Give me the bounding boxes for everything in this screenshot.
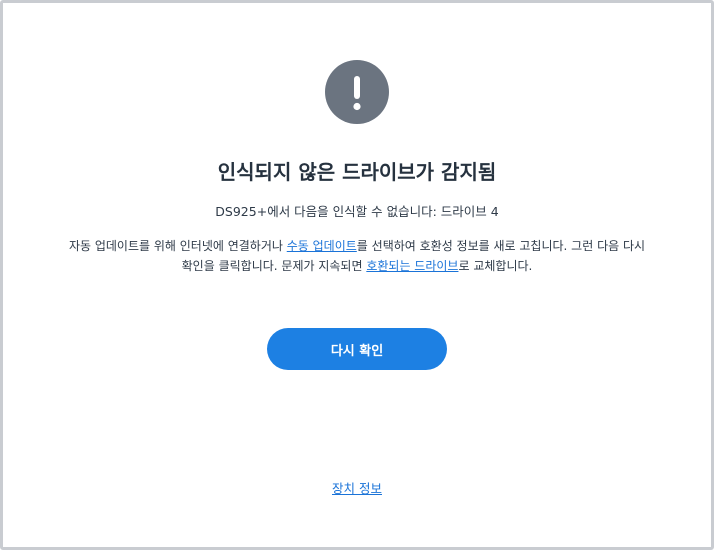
- description-text: 자동 업데이트를 위해 인터넷에 연결하거나: [68, 239, 287, 253]
- device-info-link[interactable]: 장치 정보: [332, 481, 382, 496]
- dialog-subtitle: DS925+에서 다음을 인식할 수 없습니다: 드라이브 4: [215, 204, 499, 219]
- recheck-button[interactable]: 다시 확인: [267, 328, 447, 370]
- description-text: 를 선택하여 호환성 정보를 새로 고칩니다. 그런 다음 다시: [356, 239, 646, 253]
- device-info-row: 장치 정보: [3, 479, 711, 499]
- dialog-title: 인식되지 않은 드라이브가 감지됨: [217, 160, 497, 184]
- exclamation-icon: [325, 60, 389, 124]
- exclamation-icon-glyph: [353, 76, 361, 111]
- description-text: 확인을 클릭합니다. 문제가 지속되면: [181, 259, 367, 273]
- unrecognized-drive-dialog: 인식되지 않은 드라이브가 감지됨 DS925+에서 다음을 인식할 수 없습니…: [0, 0, 714, 550]
- manual-update-link[interactable]: 수동 업데이트: [287, 239, 357, 253]
- description-text: 로 교체합니다.: [458, 259, 533, 273]
- dialog-description: 자동 업데이트를 위해 인터넷에 연결하거나 수동 업데이트를 선택하여 호환성…: [39, 236, 675, 276]
- compatible-drive-link[interactable]: 호환되는 드라이브: [366, 259, 458, 273]
